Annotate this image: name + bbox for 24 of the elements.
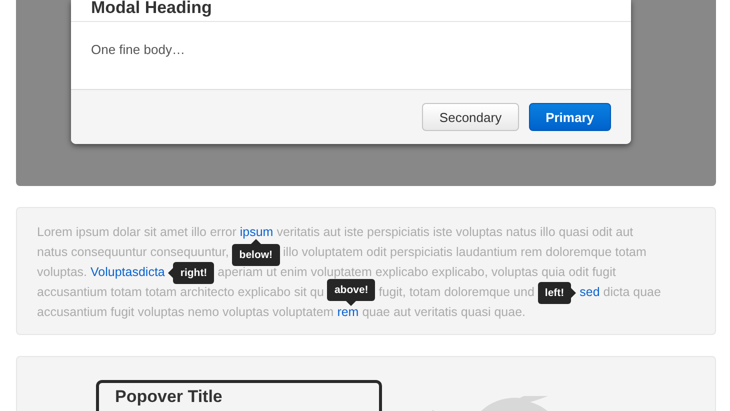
paragraph-text: aperiam ut enim voluptatem explicabo explicabo, voluptas quia odit fugit (218, 265, 616, 279)
tooltip-link[interactable]: Voluptasdicta (90, 265, 165, 279)
paragraph-text: voluptas. (37, 265, 88, 279)
paragraph-text: dicta quae (603, 285, 661, 299)
tooltip-link[interactable]: ipsum (240, 225, 274, 239)
tooltip: below! (232, 239, 280, 266)
paragraph-text: veritatis aut iste perspiciatis iste voluptas natus illo quasi odit aut (276, 225, 634, 239)
tooltip: above! (327, 279, 376, 306)
paragraph-text: illo voluptatem odit perspiciatis laudantium rem doloremque totam (283, 245, 646, 259)
paragraph-text: fugit, totam doloremque und (378, 285, 534, 299)
secondary-button[interactable]: Secondary (422, 103, 519, 131)
tooltip-link[interactable]: rem (337, 305, 359, 319)
popover-title: Popover Title (115, 387, 224, 407)
modal-body-text: One fine body… (91, 42, 185, 57)
paragraph-text: natus consequuntur consequuntur, (37, 245, 229, 259)
modal-heading: Modal Heading (91, 0, 212, 16)
paragraph-text: accusantium totam totam architecto explicabo sit qu (37, 285, 324, 299)
paragraph-text: quae aut veritatis quasi quae. (362, 305, 526, 319)
tooltip-link[interactable]: sed (580, 285, 600, 299)
tooltip: right! (168, 262, 214, 284)
paragraph-text: accusantium fugit voluptas nemo voluptas voluptatem (37, 305, 334, 319)
tooltip: left! (538, 282, 576, 304)
paragraph-text: Lorem ipsum dolar sit amet illo error (37, 225, 236, 239)
primary-button[interactable]: Primary (528, 103, 611, 131)
